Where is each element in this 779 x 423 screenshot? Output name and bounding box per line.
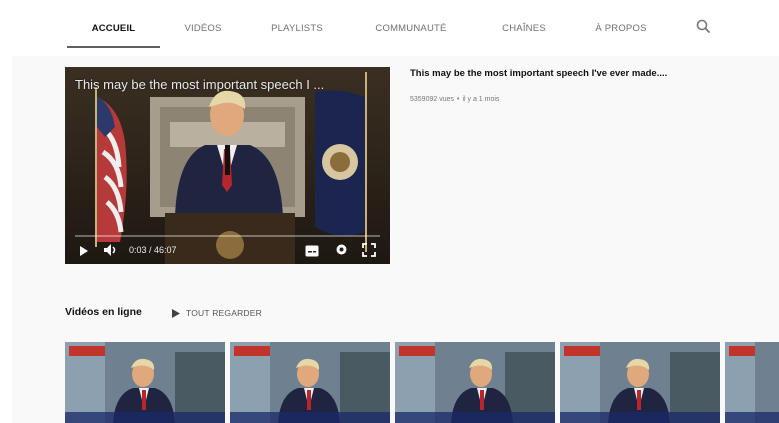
featured-video-title[interactable]: This may be the most important speech I'… bbox=[410, 68, 667, 79]
player-control-bar: 0:03 / 46:07 bbox=[65, 236, 390, 264]
video-time: 0:03 / 46:07 bbox=[129, 245, 177, 255]
featured-video-player[interactable]: This may be the most important speech I … bbox=[65, 67, 390, 264]
video-thumbnail[interactable] bbox=[725, 342, 779, 423]
subtitles-icon[interactable] bbox=[305, 244, 319, 262]
tab-accueil[interactable]: ACCUEIL bbox=[67, 0, 160, 56]
video-overlay-title: This may be the most important speech I … bbox=[75, 77, 325, 92]
shelf-title[interactable]: Vidéos en ligne bbox=[65, 306, 142, 318]
play-all-icon bbox=[172, 308, 180, 318]
settings-icon[interactable] bbox=[335, 243, 348, 261]
fullscreen-icon[interactable] bbox=[362, 243, 376, 262]
search-icon[interactable] bbox=[694, 17, 714, 37]
featured-video-meta: 5359092 vues • il y a 1 mois bbox=[410, 96, 499, 103]
tab-playlists[interactable]: PLAYLISTS bbox=[259, 0, 335, 56]
tab-videos[interactable]: VIDÉOS bbox=[170, 0, 236, 56]
channel-tab-bar: ACCUEIL VIDÉOS PLAYLISTS COMMUNAUTÉ CHAÎ… bbox=[12, 0, 779, 56]
view-count: 5359092 vues bbox=[410, 96, 454, 103]
tab-a-propos[interactable]: À PROPOS bbox=[582, 0, 660, 56]
play-icon[interactable] bbox=[79, 244, 89, 262]
play-all-button[interactable]: TOUT REGARDER bbox=[172, 305, 262, 321]
volume-icon[interactable] bbox=[103, 243, 119, 262]
video-thumbnail[interactable] bbox=[230, 342, 390, 423]
play-all-label: TOUT REGARDER bbox=[186, 308, 262, 318]
tab-communaute[interactable]: COMMUNAUTÉ bbox=[362, 0, 460, 56]
video-thumbnail[interactable] bbox=[395, 342, 555, 423]
upload-age: il y a 1 mois bbox=[462, 96, 500, 103]
channel-page: ACCUEIL VIDÉOS PLAYLISTS COMMUNAUTÉ CHAÎ… bbox=[12, 0, 779, 423]
meta-separator: • bbox=[456, 96, 460, 103]
video-shelf-row bbox=[65, 342, 779, 423]
tab-chaines[interactable]: CHAÎNES bbox=[488, 0, 560, 56]
video-thumbnail[interactable] bbox=[560, 342, 720, 423]
video-thumbnail[interactable] bbox=[65, 342, 225, 423]
